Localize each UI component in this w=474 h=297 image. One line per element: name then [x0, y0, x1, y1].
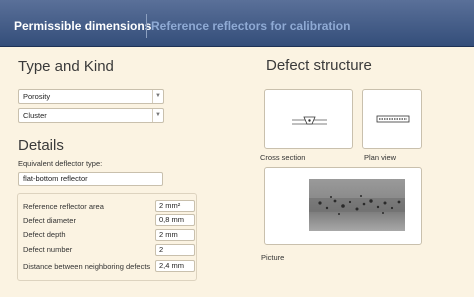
type-select[interactable]: Porosity ▼	[18, 89, 164, 104]
param-label-area: Reference reflector area	[23, 202, 104, 211]
param-value-area[interactable]: 2 mm²	[155, 200, 195, 212]
defect-photo-image	[309, 179, 405, 231]
picture-panel	[264, 167, 422, 245]
kind-select-value: Cluster	[23, 111, 47, 120]
param-value-diameter[interactable]: 0,8 mm	[155, 214, 195, 226]
param-label-depth: Defect depth	[23, 230, 66, 239]
cross-section-panel	[264, 89, 353, 149]
reflector-type-field[interactable]: flat-bottom reflector	[18, 172, 163, 186]
tab-separator	[146, 14, 147, 38]
picture-caption: Picture	[261, 253, 285, 262]
header-bar: Permissible dimensions Reference reflect…	[0, 0, 474, 47]
type-kind-title: Type and Kind	[18, 58, 114, 75]
reflector-type-label: Equivalent deflector type:	[18, 159, 103, 168]
param-value-distance[interactable]: 2,4 mm	[155, 260, 195, 272]
param-value-number[interactable]: 2	[155, 244, 195, 256]
chevron-down-icon[interactable]: ▼	[152, 109, 163, 122]
param-label-distance: Distance between neighboring defects	[23, 262, 151, 271]
tab-reference-reflectors[interactable]: Reference reflectors for calibration	[151, 19, 350, 33]
cross-section-caption: Cross section	[260, 153, 306, 162]
param-value-depth[interactable]: 2 mm	[155, 229, 195, 241]
plan-view-diagram-icon	[376, 115, 410, 123]
cross-section-diagram-icon	[292, 116, 327, 125]
param-label-number: Defect number	[23, 245, 73, 254]
details-parameters-box: Reference reflector area 2 mm² Defect di…	[17, 193, 197, 281]
chevron-down-icon[interactable]: ▼	[152, 90, 163, 103]
tab-permissible-dimensions[interactable]: Permissible dimensions	[14, 19, 151, 33]
plan-view-panel	[362, 89, 422, 149]
kind-select[interactable]: Cluster ▼	[18, 108, 164, 123]
plan-view-caption: Plan view	[364, 153, 397, 162]
details-title: Details	[18, 137, 64, 154]
type-select-value: Porosity	[23, 92, 51, 101]
param-label-diameter: Defect diameter	[23, 216, 76, 225]
defect-structure-title: Defect structure	[266, 57, 372, 74]
